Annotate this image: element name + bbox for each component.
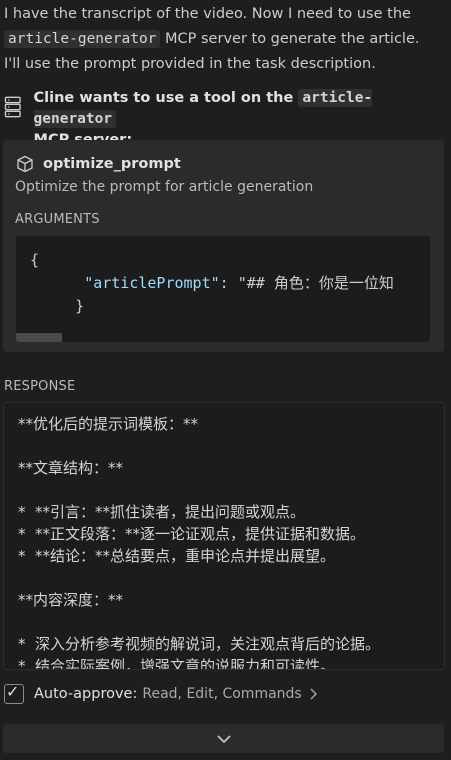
auto-approve-label: Auto-approve: bbox=[34, 686, 138, 702]
arguments-label: ARGUMENTS bbox=[15, 212, 100, 227]
json-separator: : bbox=[219, 274, 238, 292]
json-value: "## 角色：你是一位知 bbox=[237, 274, 394, 292]
server-name-code: article-generator bbox=[4, 30, 161, 48]
json-open-brace: { bbox=[30, 251, 40, 269]
server-icon bbox=[4, 96, 21, 118]
assistant-message: I have the transcript of the video. Now … bbox=[4, 2, 444, 77]
tool-card: optimize_prompt Optimize the prompt for … bbox=[3, 140, 444, 352]
tool-description: Optimize the prompt for article generati… bbox=[15, 179, 314, 195]
arguments-code-block[interactable]: { "articlePrompt": "## 角色：你是一位知 } bbox=[16, 236, 430, 342]
response-text: **优化后的提示词模板：** **文章结构：** * **引言：**抓住读者，提… bbox=[18, 415, 381, 670]
horizontal-scrollbar[interactable] bbox=[16, 333, 62, 342]
message-line-2: MCP server to generate the article. bbox=[160, 31, 420, 47]
message-line-1: I have the transcript of the video. Now … bbox=[4, 6, 411, 22]
response-label: RESPONSE bbox=[4, 379, 76, 394]
tool-name-row: optimize_prompt bbox=[16, 155, 181, 173]
arguments-code: { "articlePrompt": "## 角色：你是一位知 } bbox=[30, 249, 394, 318]
response-box[interactable]: **优化后的提示词模板：** **文章结构：** * **引言：**抓住读者，提… bbox=[3, 402, 445, 670]
json-key: "articlePrompt" bbox=[84, 274, 220, 292]
message-line-3: I'll use the prompt provided in the task… bbox=[4, 56, 376, 72]
auto-approve-checkbox[interactable]: ✓ bbox=[4, 682, 24, 704]
auto-approve-items: Read, Edit, Commands bbox=[142, 686, 302, 702]
check-icon: ✓ bbox=[6, 682, 20, 701]
expand-button[interactable] bbox=[3, 724, 444, 753]
cube-icon bbox=[17, 155, 33, 173]
chevron-down-icon bbox=[216, 734, 231, 743]
chevron-right-icon[interactable] bbox=[309, 687, 318, 701]
tool-request-prefix: Cline wants to use a tool on the bbox=[33, 90, 299, 106]
json-close-brace: } bbox=[75, 297, 85, 315]
tool-name: optimize_prompt bbox=[43, 156, 181, 172]
auto-approve-row[interactable]: ✓ Auto-approve: Read, Edit, Commands bbox=[4, 682, 318, 704]
